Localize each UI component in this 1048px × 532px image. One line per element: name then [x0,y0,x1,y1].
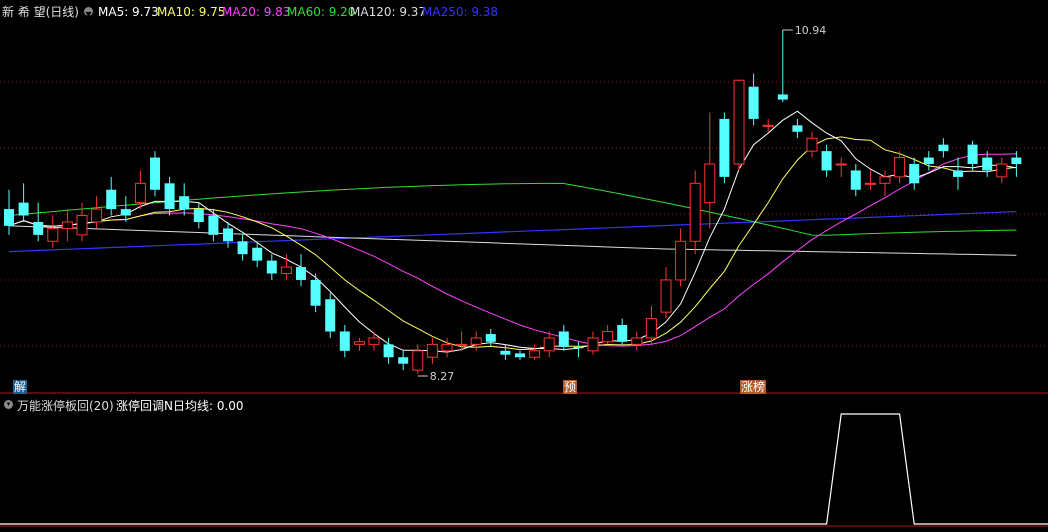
candle-body [704,163,716,204]
candle-body [33,221,44,235]
candle-body [91,208,103,223]
candle-body [339,331,350,351]
candle-body [631,337,643,345]
candle-body [120,209,131,216]
candle-body [47,227,59,242]
candle-body [193,209,204,222]
candle-body [179,196,190,210]
ma60-label: MA60: 9.20 [287,5,356,19]
candle-body [864,182,876,185]
candle-body [223,228,233,242]
candle-body [777,94,788,100]
candle-body [353,341,365,345]
candle-body [660,279,672,313]
candle [150,151,160,197]
candle-body [368,337,380,345]
candle-body [645,318,657,339]
candle-body [296,267,306,280]
candle-body [894,157,906,178]
candle-body [280,266,292,275]
candle-body [719,118,730,177]
candle-body [164,183,175,210]
candle-body [835,163,847,166]
candle-body [441,343,453,352]
candle-body [310,279,321,306]
candle-body [150,157,160,190]
candle-body [879,176,891,184]
candle-body [617,325,628,342]
candle-body [587,337,599,352]
candle-body [689,182,701,242]
kline-chart[interactable]: 10.94 8.27 [0,0,1048,532]
candle-body [500,350,511,355]
candle-body [412,350,424,371]
candle [719,112,730,184]
candle-body [953,170,963,177]
candle-body [762,124,774,127]
indicator-title: 万能涨停板回(20) [17,399,114,413]
candle-body [426,343,438,358]
candle-body [1011,157,1022,164]
candle-body [398,357,409,364]
chart-header: 新 希 望(日线) ▾ MA5: 9.73 MA10: 9.75 MA20: 9… [0,0,1048,22]
candle-body [996,163,1008,178]
candle-body [558,331,569,347]
candle-body [106,189,117,210]
candle-body [383,344,394,358]
candle-body [675,240,687,281]
candle-body [325,299,336,332]
candle-body [76,215,88,236]
candle-body [485,334,496,342]
ma5-label: MA5: 9.73 [98,5,159,19]
candle-body [266,260,277,274]
candle-body [543,337,555,352]
ma250-label: MA250: 9.38 [422,5,499,19]
candle-body [61,221,73,229]
marker-yu[interactable]: 预 [563,380,578,394]
candle-body [602,330,614,343]
candle [689,170,701,255]
candle-body [18,202,29,216]
stock-name: 新 希 望(日线) [2,5,79,19]
candle-body [252,247,263,261]
indicator-value: 涨停回调N日均线: 0.00 [116,399,244,413]
candle-body [792,125,803,132]
candle-body [733,79,745,165]
high-price-label: 10.94 [795,24,827,37]
candle-body [967,144,978,164]
candle-body [515,353,525,358]
settings-toggle-icon[interactable]: ▾ [84,7,93,21]
ma20-label: MA20: 9.83 [222,5,291,19]
candle-body [923,157,934,164]
candle [325,292,336,338]
candle [733,79,745,171]
candle-body [573,346,584,349]
candle-body [821,151,832,171]
candle-body [237,241,248,255]
candle-body [850,170,861,190]
candle-body [529,350,541,358]
candle-body [938,144,949,152]
chart-stage: 10.94 8.27 新 希 望(日线) ▾ MA5: 9.73 MA10: 9.… [0,0,1048,532]
marker-jie[interactable]: 解 [13,380,28,394]
low-price-label: 8.27 [430,370,455,383]
candle-body [982,157,993,171]
ma10-label: MA10: 9.75 [157,5,226,19]
candle-body [134,182,146,204]
candle-body [470,337,482,345]
ma120-label: MA120: 9.37 [350,5,427,19]
candle-body [909,163,920,184]
candle-body [748,86,759,119]
candle-body [456,343,468,346]
candle-body [208,215,219,235]
candle-body [4,209,14,226]
indicator-toggle-icon[interactable]: ▾ [4,400,13,409]
marker-zhangbang[interactable]: 涨榜 [740,380,767,394]
candle-body [806,137,818,152]
